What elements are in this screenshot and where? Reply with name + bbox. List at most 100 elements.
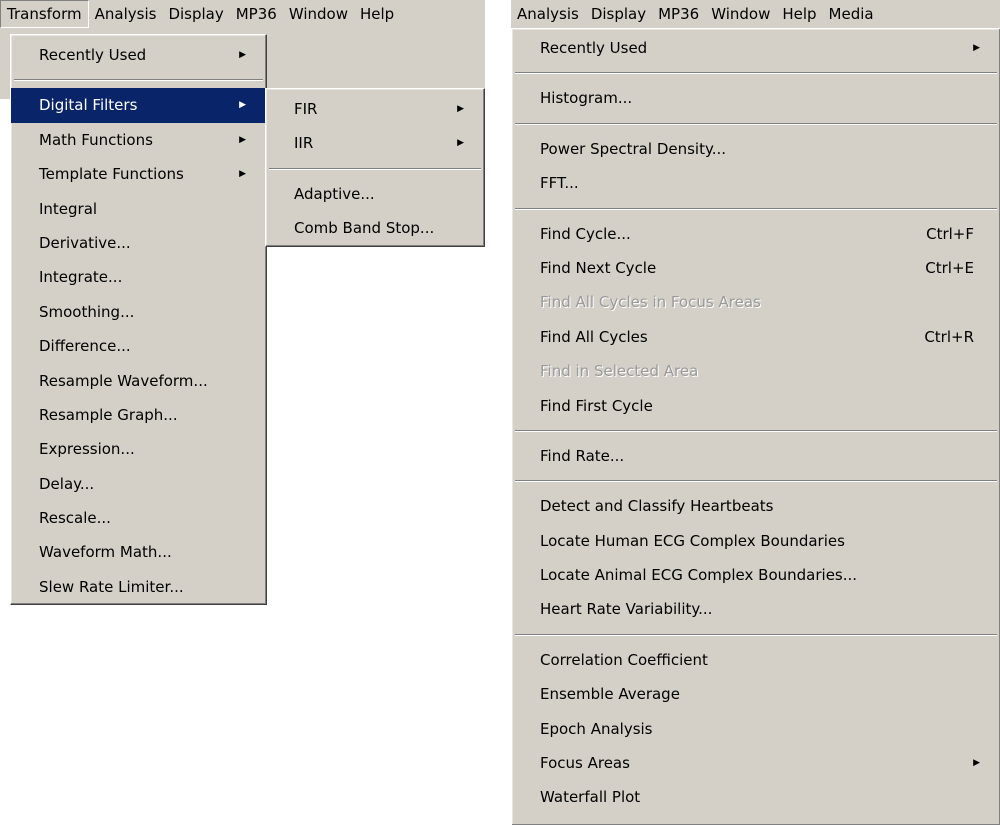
menu-item-label: Find Cycle... — [540, 224, 631, 243]
menu-item-label: Adaptive... — [294, 184, 375, 203]
menu-item-digital-filters[interactable]: Digital Filters ▶ — [11, 88, 266, 123]
submenu-arrow-icon: ▶ — [239, 134, 246, 145]
submenu-arrow-icon: ▶ — [239, 100, 246, 111]
menu-item-label: Derivative... — [39, 233, 131, 252]
menu-item-integral[interactable]: Integral — [11, 192, 266, 226]
menu-item-label: Smoothing... — [39, 302, 135, 321]
menubar-window[interactable]: Window — [705, 0, 776, 28]
transform-menu: Recently Used ▶ Digital Filters ▶ Math Funct… — [10, 34, 267, 606]
digital-filters-submenu: FIR ▶ IIR ▶ Adaptive... Comb Band Stop... — [265, 88, 485, 247]
menu-item-label: Find All Cycles in Focus Areas — [540, 293, 761, 312]
menu-item-label: FFT... — [540, 174, 579, 193]
menu-item-label: Slew Rate Limiter... — [39, 577, 184, 596]
menu-item-find-cycle[interactable]: Find Cycle... Ctrl+F — [512, 217, 1000, 251]
menu-item-label: Find All Cycles — [540, 327, 648, 346]
menu-item-correlation-coefficient[interactable]: Correlation Coefficient — [512, 643, 1000, 677]
menu-item-waveform-math[interactable]: Waveform Math... — [11, 535, 266, 569]
menu-item-label: Find Next Cycle — [540, 258, 657, 277]
menubar-display[interactable]: Display — [585, 0, 652, 28]
menu-item-find-next-cycle[interactable]: Find Next Cycle Ctrl+E — [512, 251, 1000, 285]
menubar-help[interactable]: Help — [354, 0, 400, 28]
menu-item-label: Correlation Coefficient — [540, 650, 708, 669]
menu-item-label: Delay... — [39, 474, 95, 493]
menu-item-label: Waveform Math... — [39, 543, 172, 562]
submenu-arrow-icon: ▶ — [973, 43, 980, 53]
menubar-display[interactable]: Display — [162, 0, 229, 28]
menu-item-histogram[interactable]: Histogram... — [512, 81, 1000, 115]
menu-item-locate-human-ecg-complex-boundaries[interactable]: Locate Human ECG Complex Boundaries — [512, 524, 1000, 558]
menu-item-label: Expression... — [39, 440, 135, 459]
menu-item-label: Resample Waveform... — [39, 371, 208, 390]
menu-item-fft[interactable]: FFT... — [512, 166, 1000, 200]
menubar-mp36[interactable]: MP36 — [230, 0, 283, 28]
menu-separator — [515, 429, 997, 432]
menu-item-epoch-analysis[interactable]: Epoch Analysis — [512, 712, 1000, 746]
menu-separator — [515, 633, 997, 636]
menu-item-label: Integrate... — [39, 268, 123, 287]
menu-item-find-in-selected-area: Find in Selected Area — [512, 354, 1000, 388]
menu-item-resample-waveform[interactable]: Resample Waveform... — [11, 364, 266, 398]
shortcut-label: Ctrl+R — [924, 327, 974, 346]
menu-item-derivative[interactable]: Derivative... — [11, 226, 266, 260]
menu-item-find-all-cycles-in-focus-areas: Find All Cycles in Focus Areas — [512, 285, 1000, 319]
menu-item-label: Focus Areas — [540, 754, 630, 773]
menu-separator — [14, 79, 263, 82]
menu-item-math-functions[interactable]: Math Functions ▶ — [11, 123, 266, 157]
menu-item-label: Histogram... — [540, 89, 633, 108]
menu-item-label: Digital Filters — [39, 96, 138, 115]
menu-item-rescale[interactable]: Rescale... — [11, 501, 266, 535]
menu-item-expression[interactable]: Expression... — [11, 432, 266, 466]
menu-item-label: Integral — [39, 199, 98, 218]
menu-item-label: Locate Animal ECG Complex Boundaries... — [540, 566, 858, 585]
menu-item-label: FIR — [294, 100, 318, 118]
left-menubar: Transform Analysis Display MP36 Window Help — [0, 0, 485, 28]
menu-item-comb-band-stop[interactable]: Comb Band Stop... — [266, 211, 484, 245]
menu-item-iir[interactable]: IIR ▶ — [266, 126, 484, 160]
menu-item-label: Math Functions — [39, 130, 153, 149]
menu-item-smoothing[interactable]: Smoothing... — [11, 295, 266, 329]
menu-item-recently-used[interactable]: Recently Used ▶ — [11, 38, 266, 72]
shortcut-label: Ctrl+F — [926, 224, 974, 243]
submenu-arrow-icon: ▶ — [457, 138, 464, 149]
menubar-media[interactable]: Media — [823, 0, 880, 28]
menu-item-delay[interactable]: Delay... — [11, 467, 266, 501]
menu-item-label: Ensemble Average — [540, 685, 680, 704]
menu-separator — [515, 480, 997, 483]
menu-item-label: Recently Used — [39, 46, 147, 64]
menubar-window[interactable]: Window — [283, 0, 354, 28]
menu-item-power-spectral-density[interactable]: Power Spectral Density... — [512, 132, 1000, 166]
menu-item-label: Heart Rate Variability... — [540, 600, 713, 619]
menu-item-resample-graph[interactable]: Resample Graph... — [11, 398, 266, 432]
menu-item-ensemble-average[interactable]: Ensemble Average — [512, 677, 1000, 711]
menubar-transform[interactable]: Transform — [0, 0, 89, 28]
menu-item-difference[interactable]: Difference... — [11, 329, 266, 363]
menu-item-locate-animal-ecg-complex-boundaries[interactable]: Locate Animal ECG Complex Boundaries... — [512, 558, 1000, 592]
menu-item-adaptive[interactable]: Adaptive... — [266, 177, 484, 211]
menu-item-slew-rate-limiter[interactable]: Slew Rate Limiter... — [11, 570, 266, 604]
menu-item-heart-rate-variability[interactable]: Heart Rate Variability... — [512, 592, 1000, 626]
submenu-arrow-icon: ▶ — [457, 104, 464, 114]
menubar-analysis[interactable]: Analysis — [511, 0, 585, 28]
menu-item-fir[interactable]: FIR ▶ — [266, 92, 484, 126]
menu-item-waterfall-plot[interactable]: Waterfall Plot — [512, 780, 1000, 814]
menu-item-label: Rescale... — [39, 509, 111, 528]
menubar-analysis[interactable]: Analysis — [89, 0, 163, 28]
menu-item-label: Difference... — [39, 337, 131, 356]
menu-item-integrate[interactable]: Integrate... — [11, 260, 266, 294]
menu-separator — [515, 72, 997, 75]
menu-item-find-rate[interactable]: Find Rate... — [512, 439, 1000, 473]
menubar-mp36[interactable]: MP36 — [652, 0, 705, 28]
menu-item-find-first-cycle[interactable]: Find First Cycle — [512, 389, 1000, 423]
menu-item-label: Epoch Analysis — [540, 719, 653, 738]
menu-item-label: Find Rate... — [540, 446, 625, 465]
menu-item-detect-and-classify-heartbeats[interactable]: Detect and Classify Heartbeats — [512, 489, 1000, 523]
menu-item-focus-areas[interactable]: Focus Areas ▶ — [512, 746, 1000, 780]
menu-item-label: Waterfall Plot — [540, 788, 641, 807]
right-menubar: Analysis Display MP36 Window Help Media — [511, 0, 1000, 28]
menu-item-recently-used[interactable]: Recently Used ▶ — [512, 31, 1000, 65]
menu-item-find-all-cycles[interactable]: Find All Cycles Ctrl+R — [512, 320, 1000, 354]
menu-separator — [269, 167, 481, 170]
menu-item-label: Power Spectral Density... — [540, 139, 727, 158]
menubar-help[interactable]: Help — [776, 0, 822, 28]
menu-item-template-functions[interactable]: Template Functions ▶ — [11, 157, 266, 191]
